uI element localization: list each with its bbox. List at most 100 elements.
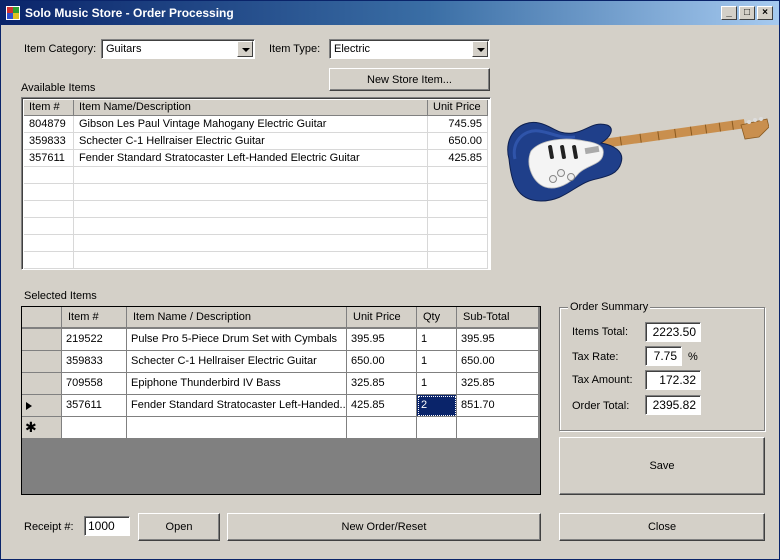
available-items-header: Item # Item Name/Description Unit Price <box>24 100 488 116</box>
empty-row <box>24 252 488 269</box>
table-row[interactable]: 709558 Epiphone Thunderbird IV Bass 325.… <box>22 373 539 395</box>
open-button[interactable]: Open <box>138 513 220 541</box>
grid-header: Item # Item Name / Description Unit Pric… <box>22 307 539 328</box>
minimize-button[interactable]: _ <box>721 6 737 20</box>
row-header[interactable] <box>22 395 62 417</box>
tax-amount-label: Tax Amount: <box>572 374 633 386</box>
cell-item-number[interactable] <box>62 417 127 439</box>
available-items-label: Available Items <box>21 82 96 94</box>
item-price: 650.00 <box>428 133 488 149</box>
cell-qty[interactable] <box>417 417 457 439</box>
new-store-item-button[interactable]: New Store Item... <box>329 68 490 91</box>
row-header[interactable] <box>22 373 62 395</box>
row-header[interactable] <box>22 329 62 351</box>
list-item[interactable]: 359833 Schecter C-1 Hellraiser Electric … <box>24 133 488 150</box>
cell-description[interactable] <box>127 417 347 439</box>
table-row[interactable]: 357611 Fender Standard Stratocaster Left… <box>22 395 539 417</box>
empty-row <box>24 167 488 184</box>
cell-item-number[interactable]: 357611 <box>62 395 127 417</box>
cell-qty[interactable]: 1 <box>417 329 457 351</box>
new-row-asterisk-icon: ✱ <box>25 419 37 435</box>
electric-guitar-image <box>507 117 769 202</box>
item-price: 425.85 <box>428 150 488 166</box>
receipt-number-input[interactable]: 1000 <box>84 516 130 536</box>
list-item[interactable]: 804879 Gibson Les Paul Vintage Mahogany … <box>24 116 488 133</box>
item-number: 359833 <box>24 133 74 149</box>
order-summary-title: Order Summary <box>568 301 651 313</box>
cell-unit-price[interactable]: 395.95 <box>347 329 417 351</box>
items-total-label: Items Total: <box>572 326 629 338</box>
close-icon: × <box>762 7 768 18</box>
cell-description[interactable]: Fender Standard Stratocaster Left-Handed… <box>127 395 347 417</box>
new-row[interactable]: ✱ <box>22 417 539 439</box>
maximize-button[interactable]: □ <box>739 6 755 20</box>
column-header-unit-price[interactable]: Unit Price <box>428 100 488 116</box>
title-bar[interactable]: Solo Music Store - Order Processing _ □ … <box>1 1 779 25</box>
item-category-select[interactable]: Guitars <box>101 39 255 59</box>
cell-qty-selected[interactable]: 2 <box>417 395 457 417</box>
cell-item-number[interactable]: 359833 <box>62 351 127 373</box>
column-header-qty[interactable]: Qty <box>417 307 457 328</box>
tax-amount-field[interactable]: 172.32 <box>645 370 701 390</box>
column-header-description[interactable]: Item Name/Description <box>74 100 428 116</box>
cell-unit-price[interactable]: 650.00 <box>347 351 417 373</box>
item-description: Gibson Les Paul Vintage Mahogany Electri… <box>74 116 428 132</box>
table-row[interactable]: 219522 Pulse Pro 5-Piece Drum Set with C… <box>22 329 539 351</box>
column-header-description[interactable]: Item Name / Description <box>127 307 347 328</box>
items-total-field[interactable]: 2223.50 <box>645 322 701 342</box>
cell-sub-total[interactable]: 325.85 <box>457 373 539 395</box>
list-item[interactable]: 357611 Fender Standard Stratocaster Left… <box>24 150 488 167</box>
order-total-field[interactable]: 2395.82 <box>645 395 701 415</box>
receipt-label: Receipt #: <box>24 521 74 533</box>
column-header-sub-total[interactable]: Sub-Total <box>457 307 539 328</box>
order-summary-group: Order Summary Items Total: 2223.50 Tax R… <box>559 301 765 431</box>
cell-sub-total[interactable] <box>457 417 539 439</box>
row-header[interactable]: ✱ <box>22 417 62 439</box>
save-button[interactable]: Save <box>559 437 765 495</box>
empty-row <box>24 184 488 201</box>
current-row-arrow-icon <box>26 402 32 410</box>
column-header-item-number[interactable]: Item # <box>24 100 74 116</box>
app-icon <box>6 6 20 20</box>
item-number: 804879 <box>24 116 74 132</box>
cell-sub-total[interactable]: 851.70 <box>457 395 539 417</box>
item-category-value: Guitars <box>106 43 142 55</box>
new-order-reset-button[interactable]: New Order/Reset <box>227 513 541 541</box>
cell-item-number[interactable]: 219522 <box>62 329 127 351</box>
cell-sub-total[interactable]: 395.95 <box>457 329 539 351</box>
cell-item-number[interactable]: 709558 <box>62 373 127 395</box>
cell-description[interactable]: Schecter C-1 Hellraiser Electric Guitar <box>127 351 347 373</box>
empty-row <box>24 218 488 235</box>
column-header-item-number[interactable]: Item # <box>62 307 127 328</box>
row-header-corner <box>22 307 62 328</box>
row-header[interactable] <box>22 351 62 373</box>
available-items-list[interactable]: Item # Item Name/Description Unit Price … <box>21 97 491 270</box>
item-price: 745.95 <box>428 116 488 132</box>
cell-description[interactable]: Epiphone Thunderbird IV Bass <box>127 373 347 395</box>
cell-unit-price[interactable] <box>347 417 417 439</box>
main-window: Solo Music Store - Order Processing _ □ … <box>0 0 780 560</box>
empty-row <box>24 201 488 218</box>
selected-items-grid[interactable]: Item # Item Name / Description Unit Pric… <box>21 306 541 495</box>
selected-items-label: Selected Items <box>24 290 97 302</box>
cell-sub-total[interactable]: 650.00 <box>457 351 539 373</box>
minimize-icon: _ <box>726 7 732 18</box>
table-row[interactable]: 359833 Schecter C-1 Hellraiser Electric … <box>22 351 539 373</box>
close-window-button[interactable]: × <box>757 6 773 20</box>
item-type-value: Electric <box>334 43 371 55</box>
cell-qty[interactable]: 1 <box>417 351 457 373</box>
cell-qty[interactable]: 1 <box>417 373 457 395</box>
tax-rate-label: Tax Rate: <box>572 351 619 363</box>
item-number: 357611 <box>24 150 74 166</box>
item-type-label: Item Type: <box>269 43 321 55</box>
cell-unit-price[interactable]: 425.85 <box>347 395 417 417</box>
item-type-select[interactable]: Electric <box>329 39 490 59</box>
column-header-unit-price[interactable]: Unit Price <box>347 307 417 328</box>
chevron-down-icon[interactable] <box>472 41 488 57</box>
close-button[interactable]: Close <box>559 513 765 541</box>
tax-rate-field[interactable]: 7.75 <box>645 346 682 366</box>
empty-row <box>24 235 488 252</box>
cell-description[interactable]: Pulse Pro 5-Piece Drum Set with Cymbals <box>127 329 347 351</box>
chevron-down-icon[interactable] <box>237 41 253 57</box>
cell-unit-price[interactable]: 325.85 <box>347 373 417 395</box>
